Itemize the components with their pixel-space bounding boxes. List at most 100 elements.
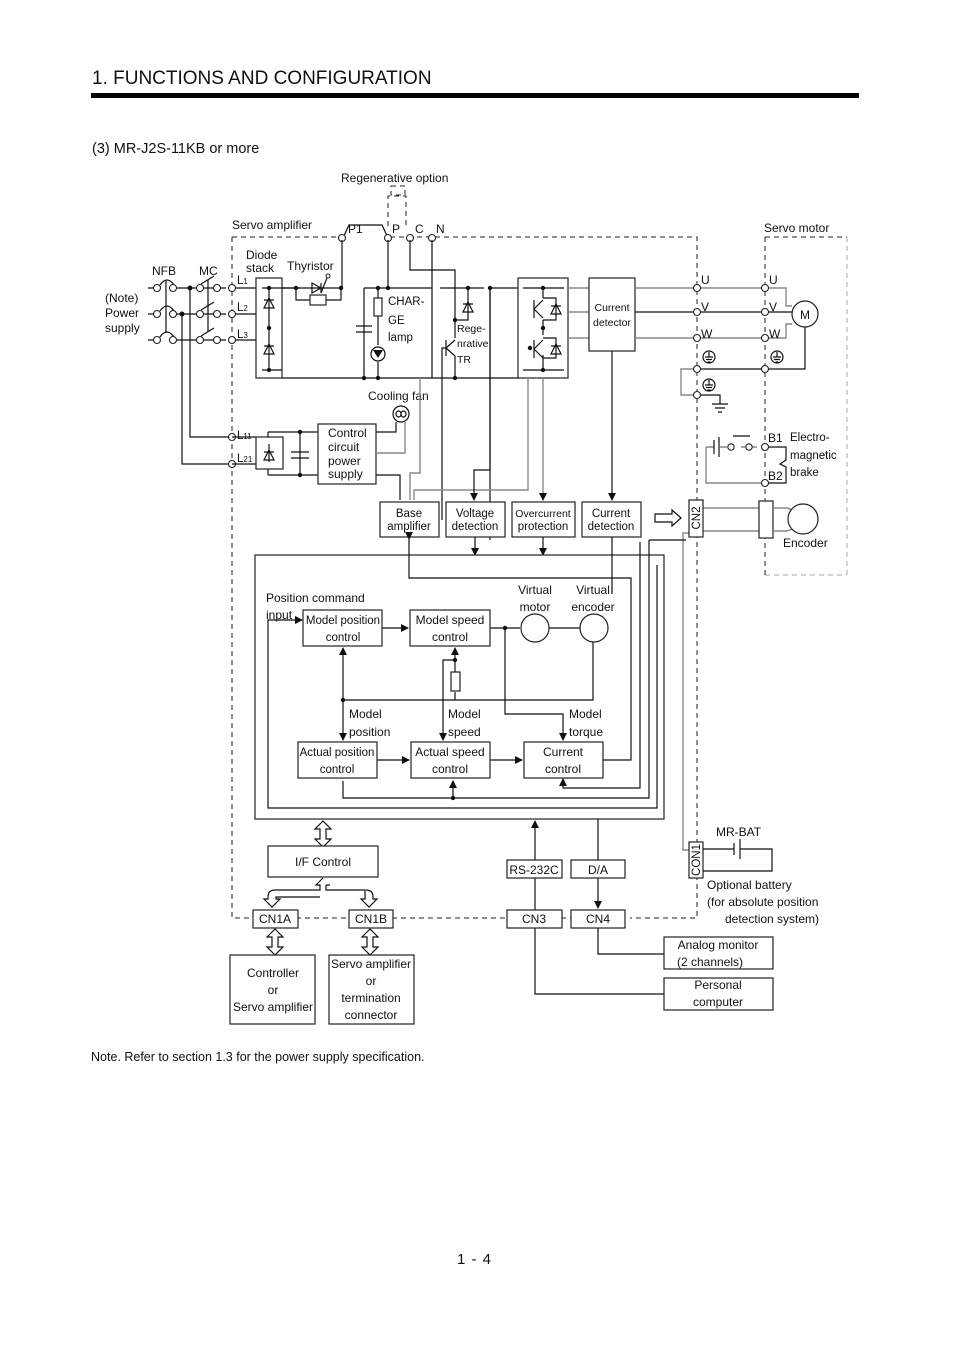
footnote: Note. Refer to section 1.3 for the power… xyxy=(91,1050,425,1064)
overcurrent-label-2: protection xyxy=(518,521,569,533)
model-speed-sig-label-1: Model xyxy=(448,707,481,721)
thyristor-label: Thyristor xyxy=(287,259,334,273)
virtual-encoder-label-1: Virtual xyxy=(576,583,610,597)
voltage-det-label-2: detection xyxy=(452,521,499,533)
if-control-label: I/F Control xyxy=(295,855,351,869)
analog-monitor-label-1: Analog monitor xyxy=(678,938,759,952)
servo-amp-ext-label-3: termination xyxy=(341,991,400,1005)
servo-motor-label: Servo motor xyxy=(764,221,829,235)
model-position-label-1: Model position xyxy=(306,615,380,627)
battery-label-3: detection system) xyxy=(725,912,819,926)
pc-label-2: computer xyxy=(693,995,743,1009)
charge-lamp-label-2: GE xyxy=(388,315,405,327)
diode-stack-label-2: stack xyxy=(246,261,275,275)
svg-text:L21: L21 xyxy=(237,453,253,465)
actual-position-label-1: Actual position xyxy=(300,747,375,759)
nfb-label: NFB xyxy=(152,264,176,278)
regen-tr-label-1: Rege- xyxy=(457,323,486,335)
con1-label: CON1 xyxy=(691,844,703,876)
current-control-label-2: control xyxy=(545,762,581,776)
svg-text:L1: L1 xyxy=(237,275,248,287)
amp-w-label: W xyxy=(701,327,713,341)
motor-w-label: W xyxy=(769,327,781,341)
power-label: Power xyxy=(105,306,139,320)
terminal-n-label: N xyxy=(436,222,445,236)
controller-label-1: Controller xyxy=(247,966,299,980)
model-torque-sig-label-1: Model xyxy=(569,707,602,721)
model-position-sig-label-1: Model xyxy=(349,707,382,721)
model-torque-sig-label-2: torque xyxy=(569,725,603,739)
b1-label: B1 xyxy=(768,431,783,445)
position-cmd-label-2: input xyxy=(266,608,293,622)
regenerative-option-label: Regenerative option xyxy=(341,171,448,185)
ccps-label-3: power xyxy=(328,454,361,468)
regen-tr-label-2: nrative xyxy=(457,338,489,350)
terminal-c-label: C xyxy=(415,222,424,236)
ccps-label-4: supply xyxy=(328,467,363,481)
regen-tr-label-3: TR xyxy=(457,354,471,366)
mc-label: MC xyxy=(199,264,218,278)
current-det-label-1: Current xyxy=(592,508,631,520)
controller-label-3: Servo amplifier xyxy=(233,1000,313,1014)
control-power-rectifier xyxy=(232,429,318,478)
regenerative-option xyxy=(387,185,407,226)
servo-amplifier-label: Servo amplifier xyxy=(232,218,312,232)
bidirectional-arrows xyxy=(262,820,380,956)
da-label: D/A xyxy=(588,863,608,877)
rs232c-label: RS-232C xyxy=(509,863,559,877)
ccps-label-2: circuit xyxy=(328,440,360,454)
page-number: 1 - 4 xyxy=(457,1251,492,1268)
current-detector xyxy=(588,277,636,352)
current-det-label-2: detection xyxy=(588,521,635,533)
charge-lamp-label-3: lamp xyxy=(388,332,413,344)
virtual-motor xyxy=(520,613,550,643)
cn2-label: CN2 xyxy=(691,506,703,529)
diode-stack xyxy=(255,277,283,379)
virtual-encoder xyxy=(579,613,609,643)
mr-bat-label: MR-BAT xyxy=(716,825,762,839)
cn3-label: CN3 xyxy=(522,912,546,926)
terminal-p1-label: P1 xyxy=(348,222,363,236)
servo-amp-ext-label-4: connector xyxy=(345,1008,398,1022)
terminal-l2 xyxy=(227,309,237,319)
actual-position-label-2: control xyxy=(320,764,355,776)
cn4-label: CN4 xyxy=(586,912,610,926)
battery-label-2: (for absolute position xyxy=(707,895,818,909)
servo-amp-ext-label-1: Servo amplifier xyxy=(331,957,411,971)
virtual-encoder-label-2: encoder xyxy=(571,600,614,614)
motor-u-label: U xyxy=(769,273,778,287)
svg-text:L3: L3 xyxy=(237,329,248,341)
cooling-fan-icon xyxy=(392,405,410,423)
terminal-l1 xyxy=(227,283,237,293)
current-control-label-1: Current xyxy=(543,745,584,759)
motor-v-label: V xyxy=(769,300,777,314)
servo-block-diagram: Regenerative option Servo amplifier Serv… xyxy=(105,171,848,1025)
brake-label-3: brake xyxy=(790,467,819,479)
supply-label: supply xyxy=(105,321,140,335)
model-speed-label-2: control xyxy=(432,630,468,644)
current-detector-label-2: detector xyxy=(593,317,631,329)
model-speed-sig-label-2: speed xyxy=(448,725,481,739)
position-cmd-label-1: Position command xyxy=(266,591,365,605)
encoder xyxy=(787,503,819,535)
battery-label-1: Optional battery xyxy=(707,878,792,892)
amp-v-label: V xyxy=(701,300,709,314)
base-amp-label-2: amplifier xyxy=(387,521,431,533)
brake-label-1: Electro- xyxy=(790,432,830,444)
model-position-label-2: control xyxy=(326,632,361,644)
actual-speed-label-1: Actual speed xyxy=(415,745,484,759)
encoder-label: Encoder xyxy=(783,536,828,550)
controller-label-2: or xyxy=(268,983,279,997)
brake-label-2: magnetic xyxy=(790,450,837,462)
virtual-motor-label-2: motor xyxy=(520,600,551,614)
model-position-sig-label-2: position xyxy=(349,725,390,739)
amp-u-label: U xyxy=(701,273,710,287)
overcurrent-label-1: Overcurrent xyxy=(515,508,571,520)
svg-text:L2: L2 xyxy=(237,302,248,314)
virtual-motor-label-1: Virtual xyxy=(518,583,552,597)
actual-speed-label-2: control xyxy=(432,762,468,776)
motor-symbol: M xyxy=(800,308,810,322)
cn1a-label: CN1A xyxy=(259,912,291,926)
current-detector-label-1: Current xyxy=(594,302,629,314)
analog-monitor-label-2: (2 channels) xyxy=(677,955,743,969)
